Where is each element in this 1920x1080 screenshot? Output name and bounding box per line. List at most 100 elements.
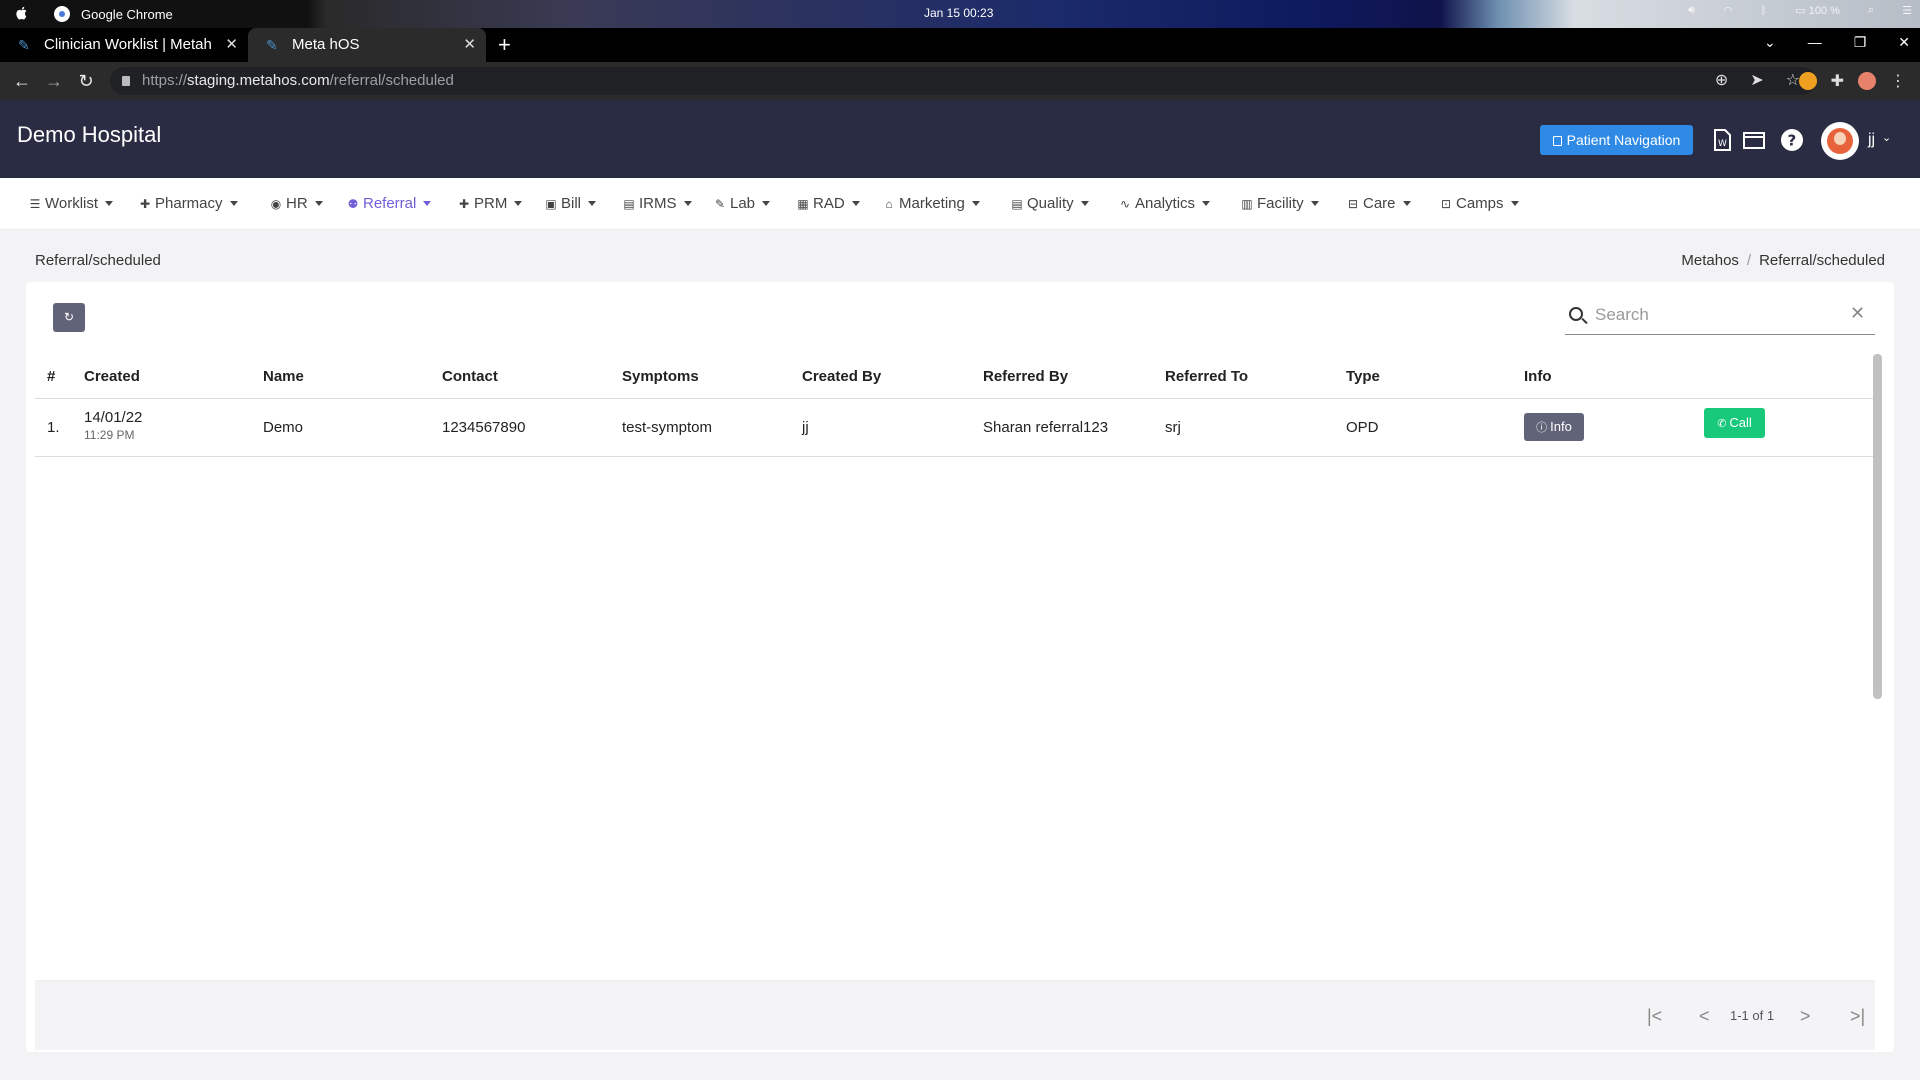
plus-icon: ✚	[458, 197, 470, 211]
menu-referral[interactable]: ⚉ Referral	[346, 178, 432, 230]
hospital-name: Demo Hospital	[17, 122, 162, 147]
minimize-icon[interactable]: —	[1808, 34, 1822, 51]
spotlight-search-icon[interactable]: ⌕	[1868, 4, 1874, 17]
cell-referred-by: Sharan referral123	[983, 419, 1109, 436]
zoom-icon[interactable]: ⊕	[1715, 67, 1728, 95]
menu-camps[interactable]: ⊡ Camps	[1439, 178, 1519, 230]
first-page-icon[interactable]: |<	[1647, 981, 1662, 1051]
chevron-down-icon[interactable]: ⌄	[1764, 34, 1776, 51]
info-button[interactable]: ⓘ Info	[1524, 413, 1584, 441]
menu-analytics[interactable]: ∿ Analytics	[1118, 178, 1211, 230]
extension-icon[interactable]	[1798, 72, 1817, 90]
cell-contact: 1234567890	[442, 419, 526, 436]
chevron-down-icon[interactable]: ⌄	[1882, 131, 1891, 144]
column-header-name[interactable]: Name	[263, 354, 304, 399]
tab-title: Meta hOS	[292, 36, 360, 53]
list-icon: ☰	[29, 197, 41, 211]
pagination-range: 1-1 of 1	[1730, 1008, 1775, 1023]
cell-created-by: jj	[802, 419, 809, 436]
forward-arrow-icon[interactable]: →	[42, 69, 66, 93]
wifi-icon[interactable]: ◠	[1723, 4, 1733, 17]
building-icon: ▥	[1241, 197, 1253, 211]
column-header-referred-to[interactable]: Referred To	[1165, 354, 1248, 399]
caret-down-icon	[423, 201, 432, 206]
search-input[interactable]	[1595, 301, 1835, 329]
caret-down-icon	[1402, 201, 1411, 206]
url-path: /referral/scheduled	[329, 72, 454, 89]
close-icon[interactable]: ✕	[463, 28, 476, 62]
next-page-icon[interactable]: >	[1800, 981, 1811, 1051]
browser-tab-clinician-worklist[interactable]: ✎ Clinician Worklist | Metah ✕	[0, 28, 248, 62]
bluetooth-icon[interactable]: ᛒ	[1761, 5, 1768, 17]
call-button[interactable]: ✆ Call	[1704, 408, 1765, 438]
menu-prm[interactable]: ✚ PRM	[457, 178, 523, 230]
volume-icon[interactable]: 🔊︎	[1688, 4, 1695, 17]
menu-marketing[interactable]: ⌂ Marketing	[882, 178, 980, 230]
column-header-type[interactable]: Type	[1346, 354, 1380, 399]
caret-down-icon	[971, 201, 980, 206]
last-page-icon[interactable]: >|	[1850, 981, 1865, 1051]
caret-down-icon	[1310, 201, 1319, 206]
help-icon[interactable]: ?	[1780, 128, 1804, 152]
tab-title: Clinician Worklist | Metah	[44, 36, 212, 53]
svg-text:?: ?	[1788, 132, 1797, 150]
patient-navigation-button[interactable]: Patient Navigation	[1540, 125, 1693, 155]
table-row[interactable]: 1. 14/01/22 11:29 PM Demo 1234567890 tes…	[35, 399, 1875, 457]
menu-worklist[interactable]: ☰ Worklist	[28, 178, 114, 230]
os-clock[interactable]: Jan 15 00:23	[924, 6, 993, 20]
breadcrumb-home-link[interactable]: Metahos	[1681, 252, 1739, 269]
menu-care[interactable]: ⊟ Care	[1346, 178, 1411, 230]
apple-icon[interactable]	[14, 5, 30, 21]
back-arrow-icon[interactable]: ←	[10, 69, 34, 93]
profile-avatar-icon[interactable]	[1858, 72, 1876, 90]
address-bar[interactable]: https://staging.metahos.com/referral/sch…	[110, 67, 1816, 95]
reload-icon[interactable]: ↻	[74, 69, 98, 93]
avatar[interactable]	[1821, 122, 1859, 160]
browser-tab-meta-hos[interactable]: ✎ Meta hOS ✕	[248, 28, 486, 62]
user-name[interactable]: jj	[1868, 131, 1875, 149]
menu-facility[interactable]: ▥ Facility	[1240, 178, 1319, 230]
menu-bill[interactable]: ▣ Bill	[544, 178, 597, 230]
menu-irms[interactable]: ▤ IRMS	[622, 178, 692, 230]
chrome-icon	[54, 6, 70, 22]
previous-page-icon[interactable]: <	[1699, 981, 1710, 1051]
table-footer: |< < 1-1 of 1 > >|	[35, 980, 1875, 1050]
menu-label: Marketing	[899, 195, 965, 212]
window-controls: ⌄ — ❐ ✕	[1764, 34, 1910, 51]
column-header-created-by[interactable]: Created By	[802, 354, 881, 399]
bed-icon: ⊟	[1347, 197, 1359, 211]
menu-rad[interactable]: ▦ RAD	[796, 178, 860, 230]
browser-toolbar: ← → ↻ https://staging.metahos.com/referr…	[0, 62, 1920, 100]
folder-icon[interactable]	[1742, 128, 1766, 152]
menu-quality[interactable]: ▤ Quality	[1010, 178, 1089, 230]
column-header-symptoms[interactable]: Symptoms	[622, 354, 699, 399]
id-card-icon: ▤	[1011, 197, 1023, 211]
caret-down-icon	[1202, 201, 1211, 206]
column-header-referred-by[interactable]: Referred By	[983, 354, 1068, 399]
address-bar-actions: ⊕ ➤ ☆	[1715, 67, 1800, 95]
send-icon[interactable]: ➤	[1750, 67, 1763, 95]
column-header-contact[interactable]: Contact	[442, 354, 498, 399]
scrollbar[interactable]	[1873, 354, 1882, 699]
restore-icon[interactable]: ❐	[1854, 34, 1867, 51]
battery-indicator[interactable]: ▭ 100 %	[1795, 4, 1840, 17]
close-window-icon[interactable]: ✕	[1898, 34, 1910, 51]
kebab-menu-icon[interactable]: ⋮	[1890, 71, 1906, 91]
menu-hr[interactable]: ◉ HR	[269, 178, 323, 230]
lock-icon[interactable]	[122, 76, 130, 86]
cell-created: 14/01/22 11:29 PM	[84, 409, 142, 467]
column-header-created[interactable]: Created	[84, 354, 140, 399]
film-icon: ▦	[797, 197, 809, 211]
menu-pharmacy[interactable]: ✚ Pharmacy	[138, 178, 238, 230]
puzzle-icon[interactable]: ✚	[1831, 71, 1844, 91]
menu-lab[interactable]: ✎ Lab	[713, 178, 771, 230]
cell-index: 1.	[47, 419, 60, 436]
refresh-button[interactable]: ↻	[53, 303, 85, 332]
clear-icon[interactable]: ✕	[1850, 303, 1865, 324]
control-center-icon[interactable]: ☰	[1902, 4, 1912, 17]
column-header-info: Info	[1524, 368, 1552, 385]
close-icon[interactable]: ✕	[225, 28, 238, 62]
word-document-icon[interactable]: W	[1710, 128, 1734, 152]
refresh-icon: ↻	[63, 310, 75, 324]
new-tab-button[interactable]: +	[498, 28, 511, 62]
